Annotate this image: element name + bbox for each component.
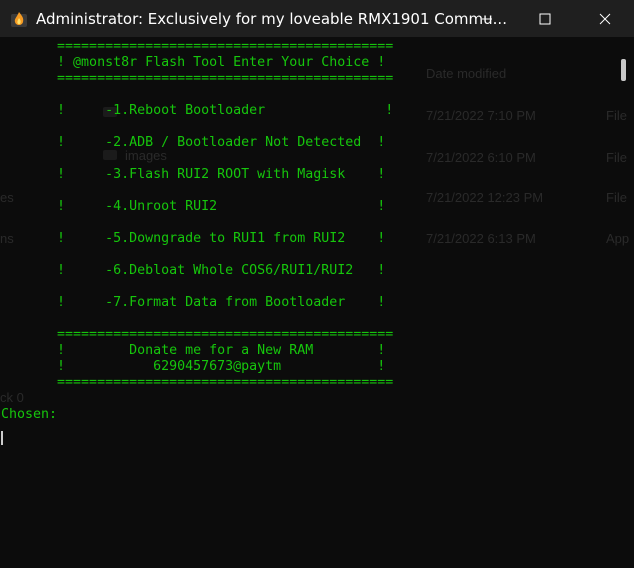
menu-option-2: ! -2.ADB / Bootloader Not Detected !	[1, 135, 386, 150]
ghost-date: 7/21/2022 6:13 PM	[426, 231, 536, 246]
menu-option-6: ! -6.Debloat Whole COS6/RUI1/RUI2 !	[1, 263, 386, 278]
close-icon	[599, 13, 611, 24]
ghost-date: 7/21/2022 12:23 PM	[426, 190, 544, 205]
menu-option-5: ! -5.Downgrade to RUI1 from RUI2 !	[1, 231, 386, 246]
window-title: Administrator: Exclusively for my loveab…	[36, 10, 507, 28]
text-cursor	[1, 431, 3, 445]
ghost-type: File	[606, 150, 627, 165]
input-prompt[interactable]: Chosen:	[1, 407, 57, 423]
maximize-button[interactable]	[516, 0, 574, 37]
title-bar[interactable]: Administrator: Exclusively for my loveab…	[0, 0, 634, 37]
menu-option-1: ! -1.Reboot Bootloader !	[1, 103, 394, 118]
minimize-icon	[482, 18, 492, 19]
console-line: ! @monst8r Flash Tool Enter Your Choice …	[1, 55, 386, 70]
terminal-window: Administrator: Exclusively for my loveab…	[0, 0, 634, 568]
ghost-type: File	[606, 108, 627, 123]
console-line: ========================================…	[1, 375, 394, 390]
menu-option-7: ! -7.Format Data from Bootloader !	[1, 295, 386, 310]
console-line: ========================================…	[1, 71, 394, 86]
ghost-type: File	[606, 190, 627, 205]
scrollbar-thumb[interactable]	[621, 59, 626, 81]
terminal-fire-icon	[10, 10, 28, 28]
console-line: ========================================…	[1, 327, 394, 342]
menu-option-4: ! -4.Unroot RUI2 !	[1, 199, 386, 214]
console-output[interactable]: Date modified images 7/21/2022 7:10 PM 7…	[0, 37, 634, 568]
donate-line: ! Donate me for a New RAM !	[1, 343, 386, 358]
ghost-type: App	[606, 231, 630, 246]
console-line: ========================================…	[1, 39, 394, 54]
maximize-icon	[539, 13, 551, 24]
ghost-date: 7/21/2022 6:10 PM	[426, 150, 536, 165]
minimize-button[interactable]	[458, 0, 516, 37]
paytm-line: ! 6290457673@paytm !	[1, 359, 386, 374]
ghost-date: 7/21/2022 7:10 PM	[426, 108, 536, 123]
ghost-folder-icon	[103, 150, 117, 160]
ghost-fragment: ck 0	[0, 390, 24, 405]
close-button[interactable]	[576, 0, 634, 37]
menu-option-3: ! -3.Flash RUI2 ROOT with Magisk !	[1, 167, 386, 182]
ghost-header-date: Date modified	[426, 66, 507, 81]
